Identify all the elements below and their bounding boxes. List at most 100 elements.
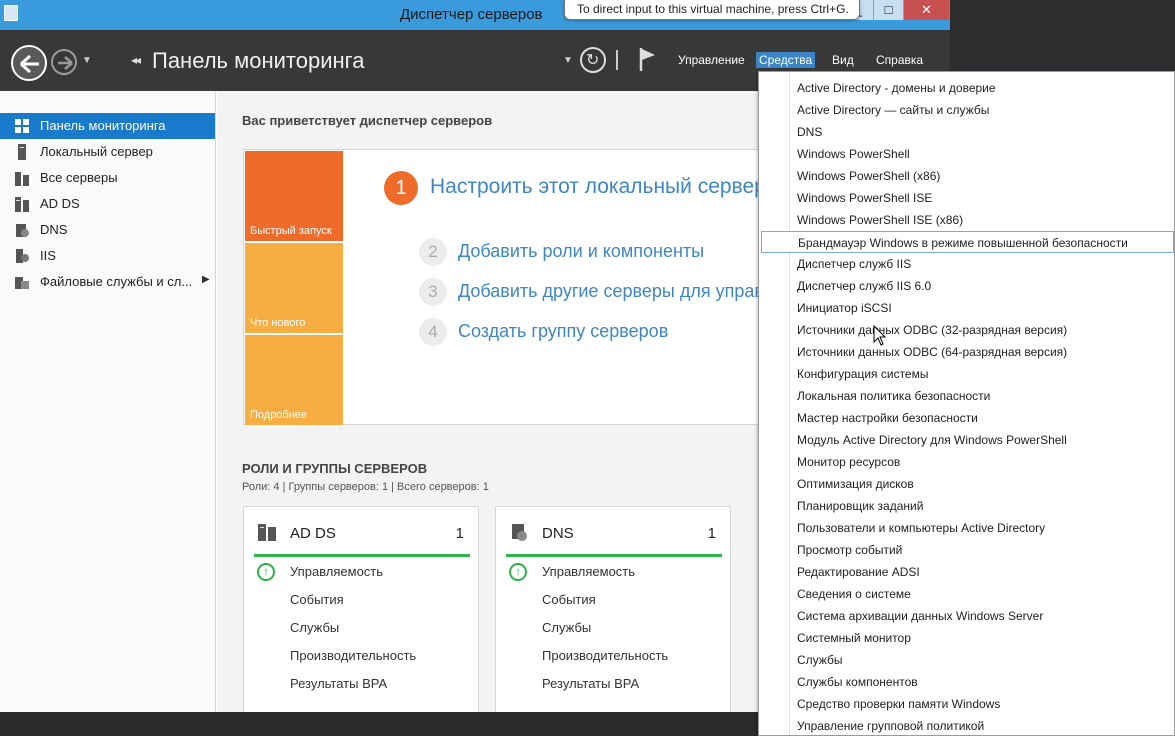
sidebar-item-dns[interactable]: DNS [0,217,215,243]
sidebar-item-ad-ds[interactable]: AD DS [0,191,215,217]
tools-menu-item[interactable]: Сведения о системе [761,583,1174,605]
header-divider [616,50,618,70]
dns-icon [512,524,527,541]
tools-menu-item[interactable]: Монитор ресурсов [761,451,1174,473]
tools-menu-item[interactable]: Источники данных ODBC (32-разрядная верс… [761,319,1174,341]
sidebar-item-label: AD DS [40,196,80,211]
maximize-button[interactable]: □ [873,0,903,20]
breadcrumb-arrows-icon: ◂◂ [131,53,141,67]
tools-menu-item[interactable]: Мастер настройки безопасности [761,407,1174,429]
tools-menu-item[interactable]: Active Directory - домены и доверие [761,77,1174,99]
history-dropdown-icon[interactable]: ▼ [82,55,92,66]
forward-button[interactable] [51,49,77,75]
forward-arrow-icon [58,56,73,70]
tools-menu-item[interactable]: Службы компонентов [761,671,1174,693]
quick-start-panel: Быстрый запуск Что нового Подробнее 1 На… [243,149,814,425]
tools-menu-item[interactable]: Система архивации данных Windows Server [761,605,1174,627]
card-row-manageability[interactable]: Управляемость [542,564,635,579]
tools-menu-item[interactable]: Модуль Active Directory для Windows Powe… [761,429,1174,451]
tools-menu-item[interactable]: Локальная политика безопасности [761,385,1174,407]
ad-ds-icon [15,197,29,212]
sidebar-item-all-servers[interactable]: Все серверы [0,165,215,191]
iis-icon [16,249,29,263]
menu-view[interactable]: Вид [829,52,857,68]
role-card-count: 1 [455,525,464,542]
sidebar-item-iis[interactable]: IIS [0,243,215,269]
app-icon [4,5,18,21]
status-up-icon: ↑ [509,563,527,581]
step-configure-local-server[interactable]: Настроить этот локальный сервер [430,175,766,199]
sidebar-item-label: Все серверы [40,170,118,185]
expand-arrow-icon[interactable]: ▶ [202,274,210,285]
sidebar-item-local-server[interactable]: Локальный сервер [0,139,215,165]
card-row-bpa-results[interactable]: Результаты BPA [290,676,387,691]
tile-whats-new[interactable]: Что нового [245,243,343,333]
tools-menu-item[interactable]: Средство проверки памяти Windows [761,693,1174,715]
close-button[interactable]: ✕ [903,0,949,20]
role-card-ad-ds[interactable]: AD DS 1 ↑ Управляемость События Службы П… [243,506,479,712]
card-row-events[interactable]: События [542,592,596,607]
roles-heading: РОЛИ И ГРУППЫ СЕРВЕРОВ [242,461,428,476]
refresh-icon[interactable]: ↻ [580,47,606,73]
tools-menu-item[interactable]: Windows PowerShell ISE [761,187,1174,209]
tools-menu-item[interactable]: Windows PowerShell [761,143,1174,165]
card-row-events[interactable]: События [290,592,344,607]
tools-menu-item[interactable]: Брандмауэр Windows в режиме повышенной б… [761,231,1174,253]
window-title: Диспетчер серверов [400,6,543,23]
welcome-heading: Вас приветствует диспетчер серверов [242,113,493,128]
sidebar-item-file-services[interactable]: Файловые службы и сл... ▶ [0,269,215,295]
menu-tools[interactable]: Средства [756,52,816,68]
sidebar-item-dashboard[interactable]: Панель мониторинга [0,113,215,139]
role-card-count: 1 [707,525,716,542]
tools-menu-item[interactable]: Просмотр событий [761,539,1174,561]
role-card-title: AD DS [290,525,336,542]
dns-icon [16,224,29,237]
tools-menu-item[interactable]: Инициатор iSCSI [761,297,1174,319]
tools-menu-item[interactable]: Диспетчер служб IIS [761,253,1174,275]
tools-menu-item[interactable]: Active Directory — сайты и службы [761,99,1174,121]
step-number: 1 [384,171,418,205]
page-title: Панель мониторинга [152,48,365,73]
status-bar [506,554,722,557]
tools-menu-item[interactable]: Службы [761,649,1174,671]
card-row-services[interactable]: Службы [290,620,339,635]
sidebar-item-label: Файловые службы и сл... [40,274,193,289]
step-create-group[interactable]: Создать группу серверов [458,321,668,342]
card-row-services[interactable]: Службы [542,620,591,635]
tools-menu-item[interactable]: DNS [761,121,1174,143]
sidebar: Панель мониторинга Локальный сервер Все … [0,91,216,712]
card-row-performance[interactable]: Производительность [542,648,668,663]
step-number: 2 [419,238,447,266]
tools-menu-item[interactable]: Пользователи и компьютеры Active Directo… [761,517,1174,539]
tools-menu-item[interactable]: Windows PowerShell ISE (x86) [761,209,1174,231]
servers-icon [15,172,29,186]
tools-menu-item[interactable]: Планировщик заданий [761,495,1174,517]
sidebar-item-label: DNS [40,222,68,237]
role-card-dns[interactable]: DNS 1 ↑ Управляемость События Службы Про… [495,506,731,712]
tile-quick-start[interactable]: Быстрый запуск [245,151,343,241]
card-row-manageability[interactable]: Управляемость [290,564,383,579]
file-services-icon [15,277,29,289]
step-add-roles[interactable]: Добавить роли и компоненты [458,241,704,262]
menu-help[interactable]: Справка [873,52,926,68]
tools-menu-item[interactable]: Источники данных ODBC (64-разрядная верс… [761,341,1174,363]
card-row-bpa-results[interactable]: Результаты BPA [542,676,639,691]
role-card-title: DNS [542,525,574,542]
tools-menu-item[interactable]: Windows PowerShell (x86) [761,165,1174,187]
back-button[interactable] [11,45,47,81]
tools-dropdown-menu: Active Directory - домены и доверие Activ… [758,71,1175,736]
tools-menu-item[interactable]: Диспетчер служб IIS 6.0 [761,275,1174,297]
notifications-flag-icon[interactable] [638,46,658,72]
tile-learn-more[interactable]: Подробнее [245,335,343,425]
step-number: 4 [419,318,447,346]
card-row-performance[interactable]: Производительность [290,648,416,663]
status-bar [254,554,470,557]
tools-menu-item[interactable]: Оптимизация дисков [761,473,1174,495]
tools-menu-item[interactable]: Управление групповой политикой [761,715,1174,735]
tools-menu-item[interactable]: Редактирование ADSI [761,561,1174,583]
tools-menu-item[interactable]: Системный монитор [761,627,1174,649]
mouse-cursor-icon [873,325,887,346]
refresh-dropdown-icon[interactable]: ▼ [563,55,573,66]
tools-menu-item[interactable]: Конфигурация системы [761,363,1174,385]
menu-manage[interactable]: Управление [675,52,748,68]
